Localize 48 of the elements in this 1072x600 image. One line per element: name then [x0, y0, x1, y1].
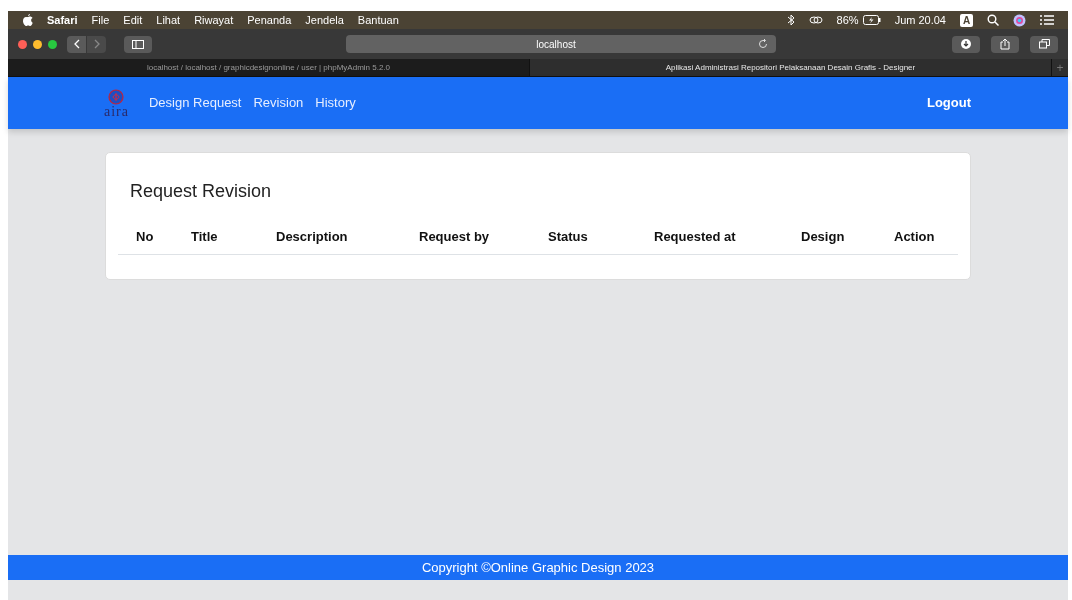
apple-icon[interactable]: [22, 13, 33, 27]
zoom-icon[interactable]: [48, 39, 57, 49]
address-bar[interactable]: localhost: [346, 35, 776, 53]
siri-icon[interactable]: [1013, 13, 1026, 27]
battery-percent: 86%: [836, 12, 859, 28]
column-header: Requested at: [654, 228, 737, 246]
tabs-icon: [1038, 39, 1050, 49]
column-header: Title: [191, 228, 219, 246]
card-title: Request Revision: [130, 180, 273, 203]
back-button[interactable]: [67, 35, 86, 53]
column-header: Status: [548, 228, 589, 246]
minimize-icon[interactable]: [33, 39, 42, 49]
menu-item[interactable]: Jendela: [305, 11, 344, 29]
menu-item[interactable]: File: [91, 11, 110, 29]
chevron-right-icon: [93, 39, 100, 49]
nav-link[interactable]: History: [315, 93, 356, 113]
close-icon[interactable]: [18, 39, 27, 49]
share-icon: [1000, 38, 1010, 50]
tabs-button[interactable]: [1030, 35, 1058, 53]
sidebar-icon: [132, 39, 144, 49]
nav-link[interactable]: Design Request: [149, 93, 242, 113]
clock[interactable]: Jum 20.04: [894, 11, 946, 29]
menu-item[interactable]: Riwayat: [194, 11, 234, 29]
footer-text: Copyright ©Online Graphic Design 2023: [421, 558, 655, 577]
list-icon[interactable]: [1040, 15, 1054, 25]
sidebar-button[interactable]: [124, 35, 152, 53]
download-button[interactable]: [952, 35, 980, 53]
input-source-badge[interactable]: A: [960, 13, 973, 27]
browser-tab[interactable]: Aplikasi Administrasi Repositori Pelaksanaan Desain Grafis - Designer: [530, 59, 1052, 76]
share-button[interactable]: [991, 35, 1019, 53]
app-menu[interactable]: Safari: [47, 11, 78, 29]
column-header: No: [136, 228, 155, 246]
chevron-left-icon: [73, 39, 80, 49]
download-icon: [961, 39, 971, 49]
column-header: Action: [894, 228, 936, 246]
menu-item[interactable]: Lihat: [156, 11, 181, 29]
nav-link[interactable]: Revision: [253, 93, 304, 113]
column-header: Design: [801, 228, 846, 246]
menu-item[interactable]: Bantuan: [357, 11, 399, 29]
reload-icon[interactable]: [758, 39, 768, 49]
menu-item[interactable]: Penanda: [247, 11, 292, 29]
search-icon[interactable]: [987, 14, 999, 26]
column-header: Description: [276, 228, 349, 246]
menu-item[interactable]: Edit: [123, 11, 143, 29]
column-header: Request by: [419, 228, 491, 246]
bluetooth-icon[interactable]: [786, 14, 795, 26]
battery-icon[interactable]: [862, 15, 881, 25]
logout-link[interactable]: Logout: [926, 93, 971, 113]
